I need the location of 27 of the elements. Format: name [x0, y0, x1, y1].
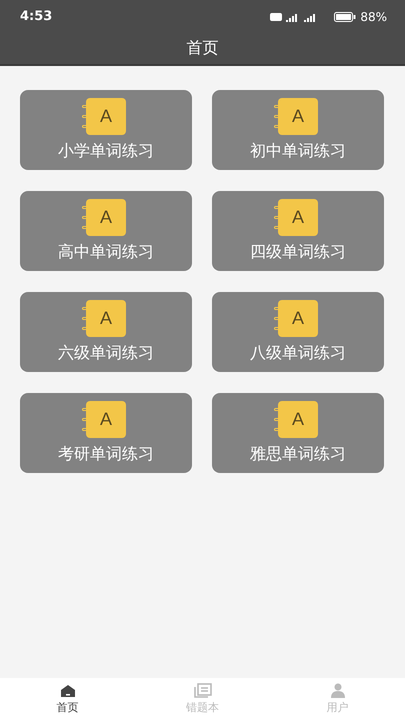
- card-label: 小学单词练习: [58, 141, 154, 162]
- battery-percent: 88%: [360, 10, 387, 24]
- card-label: 初中单词练习: [250, 141, 346, 162]
- status-time: 4:53: [20, 9, 52, 24]
- practice-card[interactable]: A 高中单词练习: [20, 191, 192, 271]
- practice-card[interactable]: A 考研单词练习: [20, 393, 192, 473]
- stack-icon: [194, 683, 212, 698]
- page-title: 首页: [186, 38, 218, 59]
- home-icon: [60, 684, 76, 698]
- card-label: 雅思单词练习: [250, 444, 346, 465]
- card-label: 高中单词练习: [58, 242, 154, 263]
- practice-card[interactable]: A 六级单词练习: [20, 292, 192, 372]
- practice-card[interactable]: A 雅思单词练习: [212, 393, 384, 473]
- card-label: 考研单词练习: [58, 444, 154, 465]
- tab-label: 首页: [56, 700, 78, 714]
- card-label: 八级单词练习: [250, 343, 346, 364]
- tab-label: 用户: [326, 700, 348, 715]
- card-label: 六级单词练习: [58, 343, 154, 364]
- nav-tab[interactable]: 首页: [0, 678, 135, 720]
- card-label: 四级单词练习: [250, 242, 346, 263]
- practice-card[interactable]: A 四级单词练习: [212, 191, 384, 271]
- tab-label: 错题本: [186, 700, 219, 715]
- practice-card[interactable]: A 初中单词练习: [212, 90, 384, 170]
- battery-icon: [334, 12, 356, 22]
- practice-card[interactable]: A 小学单词练习: [20, 90, 192, 170]
- user-icon: [330, 683, 344, 698]
- practice-card[interactable]: A 八级单词练习: [212, 292, 384, 372]
